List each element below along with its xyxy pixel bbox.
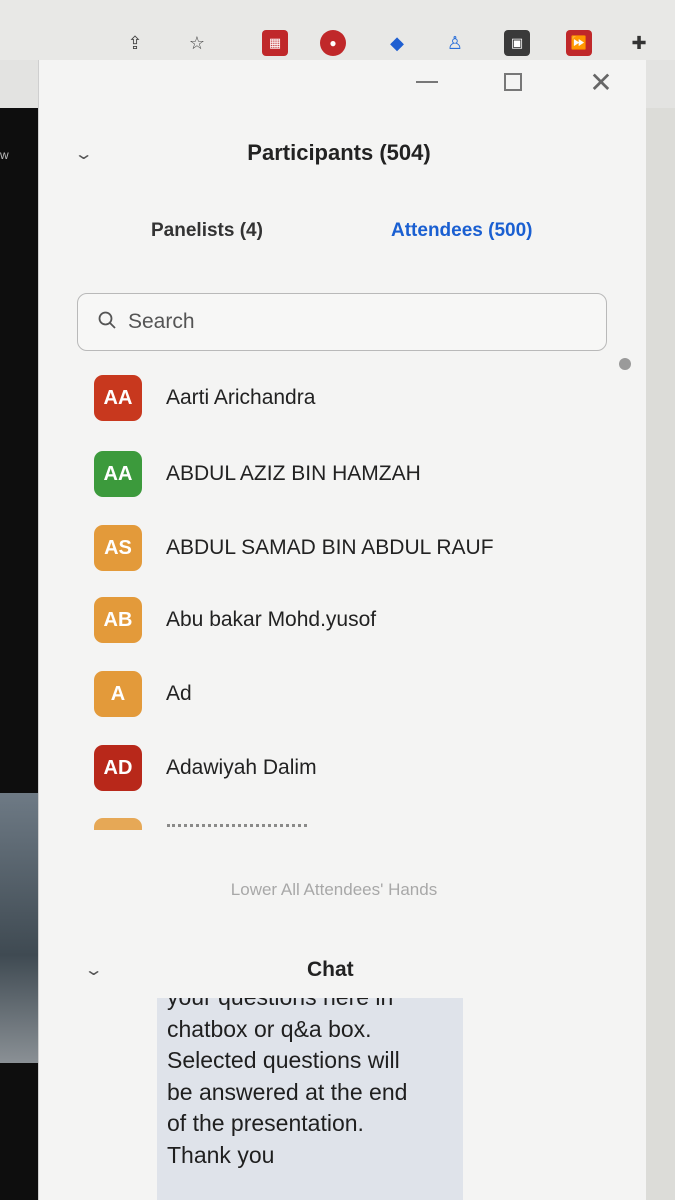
search-icon bbox=[98, 311, 116, 329]
scrollbar-thumb[interactable] bbox=[619, 358, 631, 370]
lower-all-hands-button[interactable]: Lower All Attendees' Hands bbox=[204, 876, 464, 904]
chat-line: Selected questions will bbox=[167, 1047, 400, 1073]
minimize-icon[interactable] bbox=[409, 64, 445, 100]
panel-title: Participants (504) bbox=[247, 140, 431, 165]
participant-row[interactable]: AS ABDUL SAMAD BIN ABDUL RAUF bbox=[94, 524, 594, 572]
chat-line: Thank you bbox=[167, 1141, 275, 1168]
avatar: AD bbox=[94, 745, 142, 791]
video-thumbnail bbox=[0, 793, 38, 1063]
extension-forward-icon[interactable]: ⏩ bbox=[566, 30, 592, 56]
star-icon[interactable]: ☆ bbox=[184, 30, 210, 56]
extension-circle-icon[interactable]: ● bbox=[320, 30, 346, 56]
search-input[interactable] bbox=[128, 308, 588, 336]
extension-dark-icon[interactable]: ▣ bbox=[504, 30, 530, 56]
puzzle-icon[interactable]: ✚ bbox=[626, 30, 652, 56]
chat-line: chatbox or q&a box. bbox=[167, 1015, 372, 1042]
avatar: A bbox=[94, 671, 142, 717]
tab-panelists[interactable]: Panelists (4) bbox=[151, 220, 263, 242]
search-box[interactable] bbox=[77, 293, 607, 351]
extension-red-icon[interactable]: ▦ bbox=[262, 30, 288, 56]
participant-name: Abu bakar Mohd.yusof bbox=[166, 608, 377, 631]
chat-line: your questions here in bbox=[167, 998, 453, 1014]
participant-row[interactable]: A Ad bbox=[94, 670, 594, 718]
participant-name: Adawiyah Dalim bbox=[166, 756, 317, 779]
partial-participant-avatar bbox=[94, 818, 142, 830]
video-label: w bbox=[0, 148, 9, 162]
participant-row[interactable]: AB Abu bakar Mohd.yusof bbox=[94, 596, 594, 644]
avatar: AA bbox=[94, 451, 142, 497]
participants-panel: ✕ ⌄ Participants (504) Panelists (4) Att… bbox=[38, 60, 646, 1200]
participant-name: ABDUL AZIZ BIN HAMZAH bbox=[166, 462, 421, 485]
participant-row[interactable]: AA Aarti Arichandra bbox=[94, 374, 594, 422]
avatar: AA bbox=[94, 375, 142, 421]
participant-name: ABDUL SAMAD BIN ABDUL RAUF bbox=[166, 536, 494, 559]
tab-attendees[interactable]: Attendees (500) bbox=[391, 220, 533, 242]
participant-row[interactable]: AA ABDUL AZIZ BIN HAMZAH bbox=[94, 450, 594, 498]
participant-name: Aarti Arichandra bbox=[166, 386, 316, 409]
extension-blue-icon[interactable]: ◆ bbox=[384, 30, 410, 56]
participant-row[interactable]: AD Adawiyah Dalim bbox=[94, 744, 594, 792]
chat-line: be answered at the end bbox=[167, 1078, 408, 1105]
partial-participant-name bbox=[167, 824, 307, 829]
video-area: w bbox=[0, 108, 38, 1200]
participant-name: Ad bbox=[166, 682, 192, 705]
extension-figure-icon[interactable]: ♙ bbox=[442, 30, 468, 56]
avatar: AB bbox=[94, 597, 142, 643]
chat-title: Chat bbox=[307, 958, 354, 981]
browser-toolbar: ⇪ ☆ ▦ ● ◆ ♙ ▣ ⏩ ✚ bbox=[0, 0, 675, 60]
chat-message: your questions here in chatbox or q&a bo… bbox=[157, 998, 463, 1200]
share-icon[interactable]: ⇪ bbox=[122, 30, 148, 56]
chat-line: of the presentation. bbox=[167, 1110, 364, 1136]
avatar: AS bbox=[94, 525, 142, 571]
maximize-icon[interactable] bbox=[495, 64, 531, 100]
close-icon[interactable]: ✕ bbox=[583, 64, 619, 100]
chat-chevron-down-icon[interactable]: ⌄ bbox=[84, 960, 104, 980]
